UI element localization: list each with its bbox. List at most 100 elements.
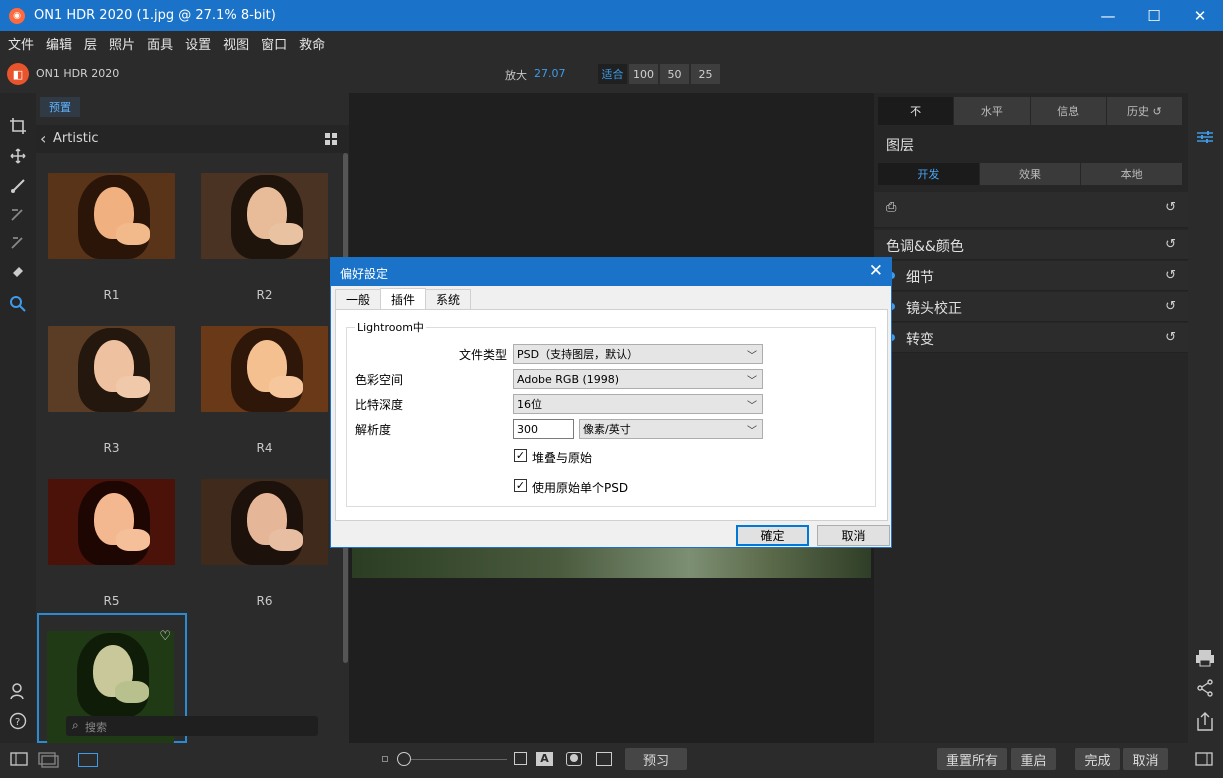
section-lens-correction[interactable]: 镜头校正 ↺ (874, 292, 1188, 322)
menu-layer[interactable]: 层 (78, 34, 103, 53)
user-icon[interactable] (7, 680, 29, 702)
file-type-select[interactable]: PSD（支持图层，默认） ﹀ (513, 344, 763, 364)
brush-icon[interactable] (7, 175, 29, 197)
cancel-button[interactable]: 取消 (1123, 748, 1168, 770)
tab-info[interactable]: 信息 (1030, 97, 1107, 125)
zoom-25-button[interactable]: 25 (691, 64, 721, 84)
favorite-heart-icon[interactable]: ♡ (159, 629, 171, 644)
resolution-unit-select[interactable]: 像素/英寸 ﹀ (579, 419, 763, 439)
preset-thumb-r2[interactable] (201, 173, 328, 259)
tab-presets[interactable]: 预置 (40, 97, 80, 117)
right-panel-toggle-icon[interactable] (1195, 752, 1213, 769)
close-button[interactable]: ✕ (1177, 0, 1223, 31)
share-icon[interactable] (1196, 679, 1214, 700)
section-details[interactable]: 细节 ↺ (874, 261, 1188, 291)
color-space-select[interactable]: Adobe RGB (1998) ﹀ (513, 369, 763, 389)
panel-toggle-icon[interactable] (10, 752, 28, 769)
tab-system[interactable]: 系统 (425, 289, 472, 309)
export-icon[interactable] (1196, 711, 1214, 734)
tab-none[interactable]: 不 (878, 97, 955, 125)
mask-view-icon[interactable] (566, 752, 582, 766)
large-thumb-icon[interactable] (514, 752, 527, 765)
app-header: ◧ ON1 HDR 2020 放大 27.07 适合 100 50 25 (0, 55, 1223, 93)
preset-label: R6 (256, 594, 273, 608)
tab-level[interactable]: 水平 (954, 97, 1031, 125)
search-icon: ⌕ (72, 718, 79, 732)
before-after-icon[interactable] (596, 752, 612, 766)
minimize-button[interactable]: — (1085, 0, 1131, 31)
tab-local[interactable]: 本地 (1081, 163, 1184, 185)
maximize-button[interactable]: ☐ (1131, 0, 1177, 31)
single-view-icon[interactable] (78, 753, 98, 767)
dialog-cancel-button[interactable]: 取消 (817, 525, 890, 546)
reset-icon[interactable]: ↺ (1165, 268, 1176, 283)
zoom-value[interactable]: 27.07 (534, 67, 566, 80)
preview-button[interactable]: 预习 (625, 748, 687, 770)
tab-effects[interactable]: 效果 (979, 163, 1082, 185)
preset-thumb-r4[interactable] (201, 326, 328, 412)
menu-file[interactable]: 文件 (2, 34, 40, 53)
reset-icon[interactable]: ↺ (1165, 200, 1176, 215)
tab-develop[interactable]: 开发 (878, 163, 980, 185)
preset-thumb-r6[interactable] (201, 479, 328, 565)
help-icon[interactable]: ? (7, 710, 29, 732)
reset-all-button[interactable]: 重置所有 (937, 748, 1007, 770)
menu-help[interactable]: 救命 (293, 34, 331, 53)
single-psd-checkbox[interactable]: ✓ (514, 479, 527, 492)
resolution-unit-value: 像素/英寸 (583, 423, 631, 436)
tab-history-label: 历史 (1127, 105, 1150, 118)
zoom-100-button[interactable]: 100 (629, 64, 659, 84)
menu-edit[interactable]: 编辑 (40, 34, 78, 53)
color-space-label: 色彩空间 (355, 373, 404, 387)
import-icon[interactable]: ⎙ (886, 200, 896, 215)
menu-view[interactable]: 视图 (217, 34, 255, 53)
small-thumb-icon[interactable] (382, 756, 388, 762)
search-input[interactable]: ⌕ 搜索 (66, 716, 318, 736)
bit-depth-select[interactable]: 16位 ﹀ (513, 394, 763, 414)
preset-label: R2 (256, 288, 273, 302)
crop-icon[interactable] (7, 115, 29, 137)
preset-thumb-r3[interactable] (48, 326, 175, 412)
tab-history[interactable]: 历史 ↺ (1106, 97, 1183, 125)
photo-preview[interactable] (352, 543, 871, 578)
stack-with-original-checkbox[interactable]: ✓ (514, 449, 527, 462)
eraser-icon[interactable] (7, 259, 29, 281)
preferences-dialog: 偏好設定 ✕ 一般 插件 系统 Lightroom中 文件类型 PSD（支持图层… (330, 257, 892, 548)
section-transform[interactable]: 转变 ↺ (874, 323, 1188, 353)
section-tone-color[interactable]: 色调&&颜色 ↺ (874, 230, 1188, 260)
back-chevron-icon[interactable]: ‹ (40, 129, 46, 148)
move-icon[interactable] (7, 145, 29, 167)
grid-view-icon[interactable] (325, 133, 337, 145)
menu-window[interactable]: 窗口 (255, 34, 293, 53)
zoom-50-button[interactable]: 50 (660, 64, 690, 84)
tab-plugins[interactable]: 插件 (380, 288, 427, 309)
reset-icon[interactable]: ↺ (1165, 299, 1176, 314)
adjustments-sliders-icon[interactable] (1196, 129, 1214, 148)
restart-button[interactable]: 重启 (1011, 748, 1056, 770)
done-button[interactable]: 完成 (1075, 748, 1120, 770)
menu-mask[interactable]: 面具 (141, 34, 179, 53)
zoom-fit-button[interactable]: 适合 (598, 64, 628, 84)
app-icon: ◉ (9, 7, 25, 24)
resolution-input[interactable]: 300 (513, 419, 574, 439)
filmstrip-icon[interactable] (38, 752, 60, 771)
ok-button[interactable]: 確定 (736, 525, 809, 546)
dialog-close-icon[interactable]: ✕ (869, 261, 883, 281)
text-overlay-icon[interactable]: A (536, 752, 553, 766)
menu-photo[interactable]: 照片 (103, 34, 141, 53)
slider-track[interactable] (411, 759, 507, 760)
thumb-size-slider[interactable] (397, 752, 411, 766)
zoom-hand-icon[interactable] (7, 293, 29, 315)
gradient-mask-icon[interactable] (7, 203, 29, 225)
chevron-down-icon: ﹀ (747, 426, 757, 437)
category-title[interactable]: Artistic (53, 131, 99, 146)
preset-thumb-r5[interactable] (48, 479, 175, 565)
reset-icon[interactable]: ↺ (1165, 330, 1176, 345)
retouch-brush-icon[interactable] (7, 231, 29, 253)
reset-icon[interactable]: ↺ (1165, 237, 1176, 252)
menu-settings[interactable]: 设置 (179, 34, 217, 53)
preset-thumb-r1[interactable] (48, 173, 175, 259)
print-icon[interactable] (1195, 649, 1215, 670)
presets-panel: 预置 ‹ Artistic R1 R2 R3 R4 R5 R6 ♡ ⌕ 搜索 (36, 93, 349, 743)
tab-general[interactable]: 一般 (335, 289, 382, 309)
